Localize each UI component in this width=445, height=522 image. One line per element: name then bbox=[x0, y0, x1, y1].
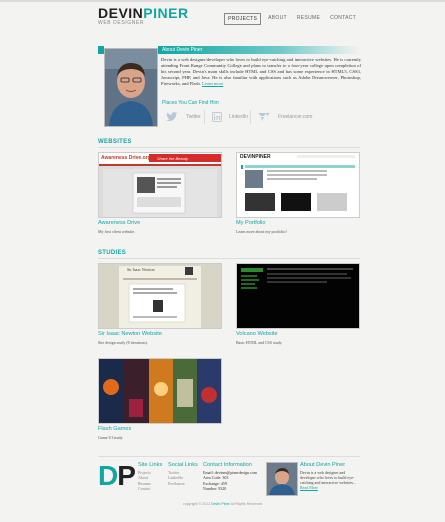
social-links-heading: Social Links bbox=[168, 462, 198, 468]
copyright-suffix: All Rights Reserved bbox=[230, 502, 263, 506]
study-desc-flash-games: Game UI study. bbox=[98, 435, 124, 440]
logo-last-name: PINER bbox=[143, 5, 189, 21]
nav-about[interactable]: ABOUT bbox=[265, 13, 290, 25]
website-title-my-portfolio[interactable]: My Portfolio bbox=[236, 220, 266, 226]
study-title-flash-games[interactable]: Flash Games bbox=[98, 426, 131, 432]
about-body-text: Devin is a web designer/developer who lo… bbox=[161, 57, 361, 86]
footer-divider bbox=[98, 456, 360, 457]
volcano-screenshot bbox=[237, 264, 359, 328]
main-nav: PROJECTS ABOUT RESUME CONTACT bbox=[224, 13, 359, 25]
footer-contact: Contact Information Email: devinm@pinerd… bbox=[203, 462, 257, 492]
footer-about-heading: About Devin Piner bbox=[300, 462, 346, 468]
social-twitter[interactable]: Twitter bbox=[166, 110, 201, 124]
linkedin-label: LinkedIn bbox=[229, 114, 248, 120]
about-body: Devin is a web designer/developer who lo… bbox=[161, 57, 361, 87]
websites-heading: WEBSITES bbox=[98, 139, 132, 145]
top-border bbox=[0, 0, 445, 2]
study-title-isaac-newton[interactable]: Sir Isaac Newton Website bbox=[98, 331, 162, 337]
profile-photo-image bbox=[105, 49, 157, 126]
copyright-prefix: copyright © 2012 bbox=[182, 502, 211, 506]
isaac-newton-screenshot bbox=[99, 264, 221, 328]
footer-social-freelancer[interactable]: Freelancer bbox=[168, 481, 198, 486]
profile-photo bbox=[104, 48, 158, 127]
linkedin-icon bbox=[212, 112, 222, 122]
study-desc-isaac-newton: Site design study (8 iterations). bbox=[98, 340, 148, 345]
website-desc-awareness-drive: My first client website. bbox=[98, 229, 136, 234]
contact-number: Number: 9320 bbox=[203, 486, 227, 492]
flash-games-screenshot bbox=[99, 359, 221, 423]
footer-about: About Devin Piner bbox=[300, 462, 345, 470]
study-thumb-isaac-newton[interactable]: Sir Isaac Newton bbox=[98, 263, 222, 329]
footer-link-contact[interactable]: Contact bbox=[138, 486, 162, 491]
freelancer-label: Freelancer.com bbox=[278, 114, 313, 120]
website-thumb-my-portfolio[interactable]: DEVINPINER bbox=[236, 152, 360, 218]
logo-subtitle: WEB DESIGNER bbox=[98, 20, 145, 26]
nav-resume[interactable]: RESUME bbox=[294, 13, 323, 25]
footer-social-links: Social Links Twitter LinkedIn Freelancer bbox=[168, 462, 198, 486]
websites-divider bbox=[98, 147, 360, 148]
copyright-name[interactable]: Devin Piner bbox=[211, 502, 230, 506]
awareness-drive-thumb-logo: Awareness Drive.org bbox=[101, 155, 151, 161]
social-linkedin[interactable]: LinkedIn bbox=[212, 110, 248, 124]
footer-logo-d: D bbox=[98, 460, 118, 491]
footer-profile-photo bbox=[266, 462, 298, 496]
portfolio-screenshot bbox=[237, 153, 359, 217]
site-logo[interactable]: DEVINPINER bbox=[98, 6, 189, 20]
footer-site-links: Site Links Projects About Resume Contact bbox=[138, 462, 162, 492]
contact-heading: Contact Information bbox=[203, 462, 252, 468]
awareness-drive-screenshot bbox=[99, 153, 221, 217]
copyright: copyright © 2012 Devin Piner All Rights … bbox=[0, 502, 445, 506]
freelancer-icon bbox=[258, 113, 270, 121]
nav-projects[interactable]: PROJECTS bbox=[224, 13, 262, 25]
study-thumb-flash-games[interactable] bbox=[98, 358, 222, 424]
footer-about-body: Devin is a web designer and developer wh… bbox=[300, 470, 356, 485]
studies-divider bbox=[98, 258, 360, 259]
study-thumb-volcano[interactable] bbox=[236, 263, 360, 329]
website-desc-my-portfolio: Learn more about my portfolio! bbox=[236, 229, 287, 234]
logo-first-name: DEVIN bbox=[98, 5, 144, 21]
footer-about-text: Devin is a web designer and developer wh… bbox=[300, 470, 360, 490]
nav-contact[interactable]: CONTACT bbox=[327, 13, 359, 25]
portfolio-thumb-logo: DEVINPINER bbox=[240, 154, 271, 160]
social-freelancer[interactable]: Freelancer.com bbox=[258, 110, 312, 124]
footer-logo-p: P bbox=[117, 460, 136, 491]
site-links-heading: Site Links bbox=[138, 462, 163, 468]
social-divider bbox=[250, 110, 251, 124]
footer-profile-image bbox=[267, 463, 297, 495]
twitter-label: Twitter bbox=[186, 114, 201, 120]
about-title: About Devin Piner bbox=[162, 47, 203, 53]
isaac-newton-thumb-logo: Sir Isaac Newton bbox=[127, 267, 155, 272]
twitter-icon bbox=[166, 112, 178, 121]
find-him-label: Places You Can Find Him bbox=[162, 100, 219, 106]
read-more-link[interactable]: Read More bbox=[300, 485, 318, 490]
website-thumb-awareness-drive[interactable]: Awareness Drive.org Share the Beauty. bbox=[98, 152, 222, 218]
studies-heading: STUDIES bbox=[98, 250, 127, 256]
learn-more-link[interactable]: Learn more bbox=[202, 81, 223, 86]
awareness-drive-thumb-banner: Share the Beauty. bbox=[157, 156, 189, 161]
footer-logo[interactable]: DP bbox=[98, 460, 136, 491]
study-title-volcano[interactable]: Volcano Website bbox=[236, 331, 278, 337]
social-divider bbox=[204, 110, 205, 124]
page: DEVINPINER WEB DESIGNER PROJECTS ABOUT R… bbox=[0, 0, 445, 522]
study-desc-volcano: Basic HTML and CSS study. bbox=[236, 340, 283, 345]
website-title-awareness-drive[interactable]: Awareness Drive bbox=[98, 220, 140, 226]
